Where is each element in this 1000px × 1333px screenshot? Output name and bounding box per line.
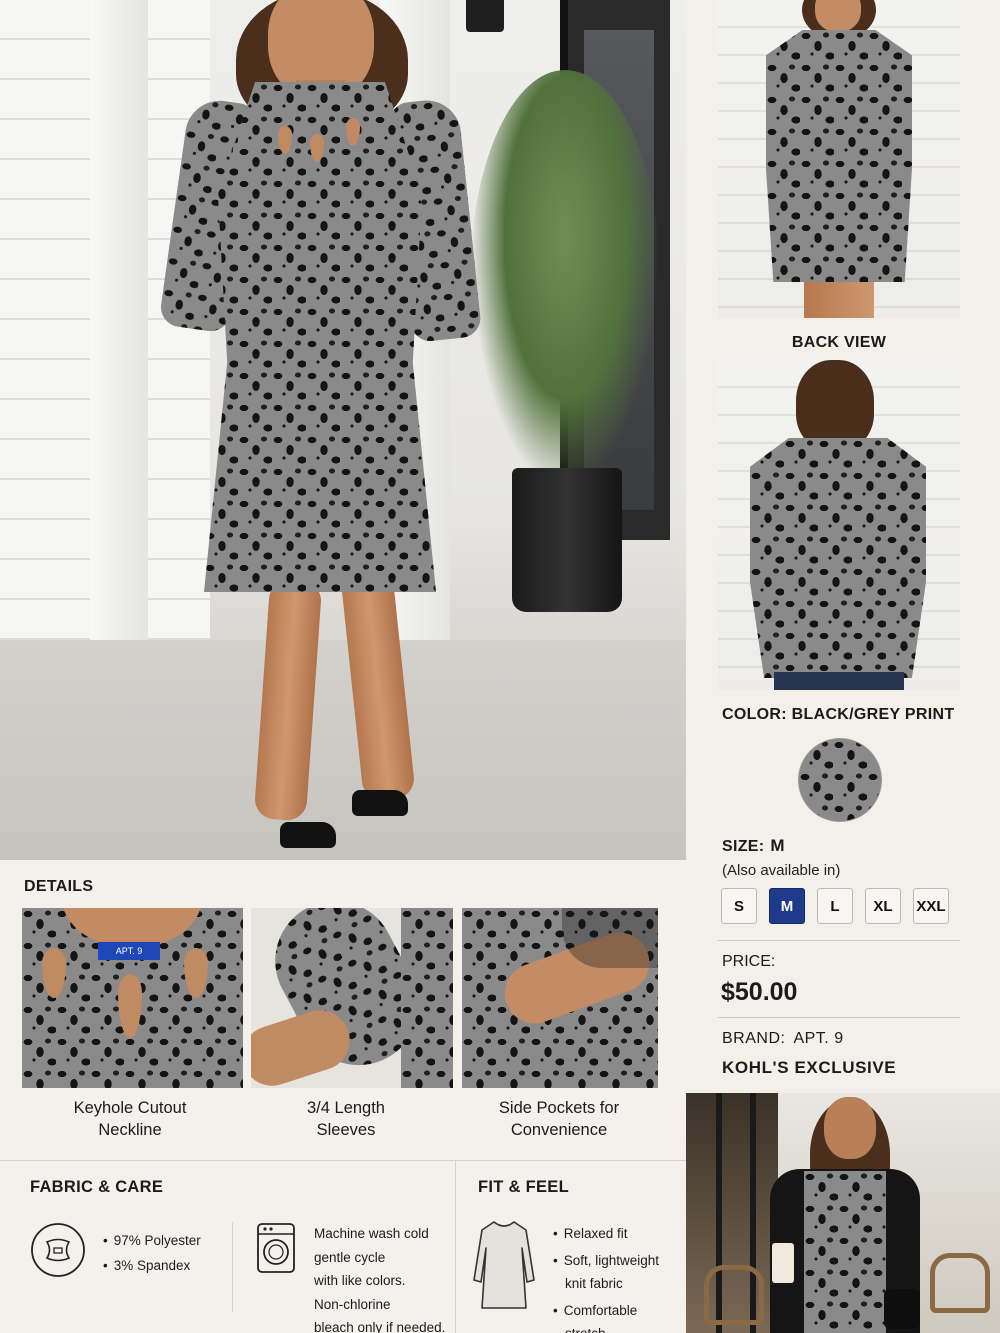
detail-image-neckline[interactable]: APT. 9 <box>22 908 243 1088</box>
back-view-label: BACK VIEW <box>791 334 887 351</box>
price-label: PRICE: <box>722 953 776 970</box>
size-option-m[interactable]: M <box>769 888 805 924</box>
hero-product-photo[interactable] <box>0 0 686 860</box>
size-option-xl[interactable]: XL <box>865 888 901 924</box>
size-option-l[interactable]: L <box>817 888 853 924</box>
fabric-icon <box>30 1222 86 1283</box>
size-selector: S M L XL XXL <box>721 888 949 924</box>
composition-item: 3% Spandex <box>103 1253 201 1278</box>
details-title: DETAILS <box>24 878 94 895</box>
fit-feel-item: Relaxed fit <box>553 1222 659 1246</box>
price-value: $50.00 <box>721 978 798 1006</box>
detail-caption-sleeves: 3/4 Length Sleeves <box>307 1099 385 1139</box>
detail-caption-neckline: Keyhole Cutout Neckline <box>73 1099 187 1139</box>
exclusive-badge: KOHL'S EXCLUSIVE <box>722 1058 897 1077</box>
detail-caption-pockets: Side Pockets for Convenience <box>498 1099 620 1139</box>
fit-feel-title: FIT & FEEL <box>478 1178 569 1196</box>
lifestyle-photo[interactable] <box>686 1093 1000 1333</box>
size-option-xxl[interactable]: XXL <box>913 888 949 924</box>
care-instructions: Machine wash cold gentle cycle with like… <box>314 1226 446 1333</box>
size-label: SIZE: M <box>722 836 785 855</box>
color-value: BLACK/GREY PRINT <box>791 706 955 723</box>
wall-lamp <box>466 0 504 32</box>
size-note: (Also available in) <box>722 862 841 879</box>
fit-feel-item: Soft, lightweightknit fabric <box>553 1249 659 1296</box>
composition-list: 97% Polyester 3% Spandex <box>103 1228 201 1278</box>
composition-item: 97% Polyester <box>103 1228 201 1253</box>
brand-value: APT. 9 <box>793 1030 844 1047</box>
fit-feel-item: Comfortablestretch <box>553 1299 659 1333</box>
brand-info: BRAND: APT. 9 <box>722 1030 844 1048</box>
divider <box>718 1017 960 1018</box>
color-swatch[interactable] <box>798 738 882 822</box>
front-view-thumbnail[interactable] <box>718 0 960 318</box>
back-view-thumbnail[interactable] <box>718 360 960 690</box>
divider <box>718 940 960 941</box>
porch-floor <box>0 640 686 860</box>
planter-pot <box>512 468 622 612</box>
brand-tag: APT. 9 <box>98 942 160 960</box>
fabric-care-title: FABRIC & CARE <box>30 1178 164 1196</box>
fit-feel-list: Relaxed fit Soft, lightweightknit fabric… <box>553 1222 659 1333</box>
potted-shrub <box>470 70 660 490</box>
porch-column <box>90 0 148 700</box>
washing-machine-icon <box>256 1222 296 1279</box>
detail-image-pocket[interactable] <box>462 908 658 1088</box>
dress-outline-icon <box>472 1218 536 1319</box>
size-value: M <box>770 836 785 855</box>
care-divider <box>232 1222 233 1312</box>
color-label: COLOR: BLACK/GREY PRINT <box>722 706 955 723</box>
detail-image-sleeve[interactable] <box>251 908 453 1088</box>
size-option-s[interactable]: S <box>721 888 757 924</box>
brand-label: BRAND: <box>722 1030 786 1047</box>
